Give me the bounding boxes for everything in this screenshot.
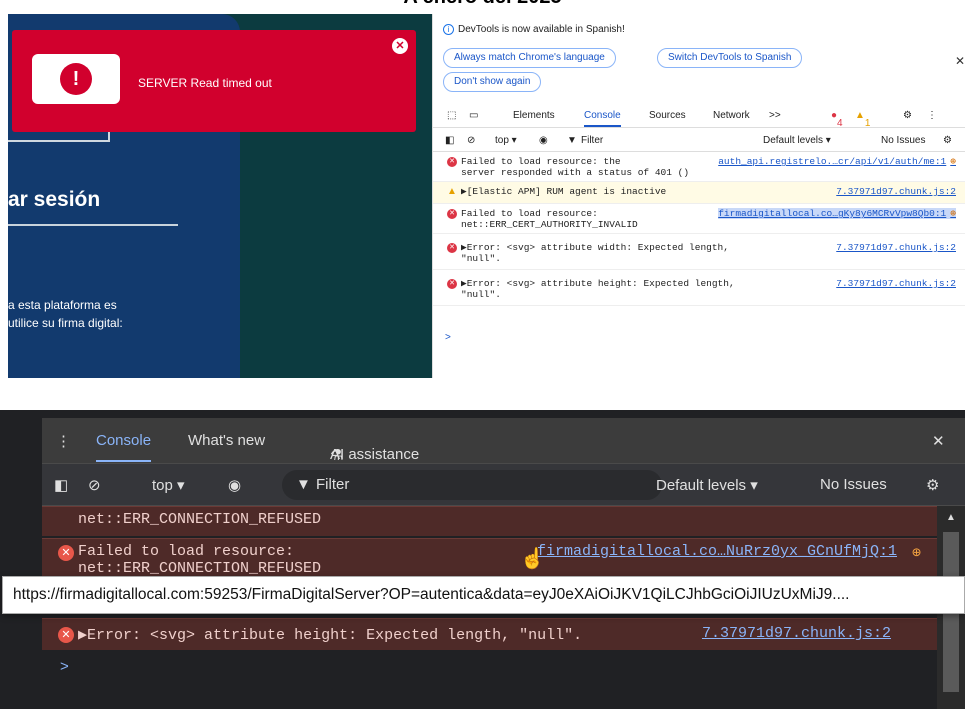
- close-icon[interactable]: ✕: [392, 38, 408, 54]
- title-underline: [8, 224, 178, 226]
- devtools-panel: i DevTools is now available in Spanish! A…: [432, 14, 965, 378]
- tab-sources[interactable]: Sources: [649, 110, 686, 121]
- inspect-icon[interactable]: ⬚: [447, 110, 456, 121]
- desc-line-1: a esta plataforma es: [8, 298, 117, 312]
- tab-console[interactable]: Console: [96, 432, 152, 462]
- scroll-up-icon[interactable]: ▲: [946, 512, 956, 523]
- tab-elements[interactable]: Elements: [513, 110, 555, 121]
- console-source-link[interactable]: firmadigitallocal.co…gKy8y6MCRvVpw8Qb0:1…: [718, 208, 956, 219]
- devtools-info-text: DevTools is now available in Spanish!: [458, 24, 625, 35]
- console-settings-icon[interactable]: ⚙: [943, 135, 952, 146]
- console-source-link[interactable]: 7.37971d97.chunk.js:2: [836, 278, 956, 289]
- console-row: ▲ ▶[Elastic APM] RUM agent is inactive 7…: [433, 182, 965, 204]
- console-message: net::ERR_CONNECTION_REFUSED: [78, 511, 322, 528]
- exclamation-icon: !: [60, 63, 92, 95]
- console-row: ✕ Failed to load resource: the server re…: [433, 152, 965, 182]
- error-icon: ✕: [447, 209, 457, 219]
- desc-line-2: utilice su firma digital:: [8, 316, 123, 330]
- devtools-info-bar: i DevTools is now available in Spanish!: [443, 24, 625, 35]
- issues-button[interactable]: No Issues: [881, 135, 925, 146]
- error-count-badge[interactable]: ● 4: [831, 110, 843, 129]
- network-request-icon[interactable]: ⊕: [912, 543, 921, 562]
- console-prompt[interactable]: >: [60, 658, 69, 675]
- sidebar-toggle-icon[interactable]: ◧: [445, 135, 454, 146]
- toast-message: SERVER Read timed out: [138, 76, 272, 90]
- dont-show-again-button[interactable]: Don't show again: [443, 72, 542, 92]
- more-tabs-icon[interactable]: >>: [769, 110, 781, 121]
- filter-icon: ▼: [567, 135, 577, 146]
- console-source-link[interactable]: 7.37971d97.chunk.js:2: [836, 242, 956, 253]
- switch-spanish-button[interactable]: Switch DevTools to Spanish: [657, 48, 803, 68]
- console-row: ✕ Failed to load resource: net::ERR_CERT…: [433, 204, 965, 234]
- clear-console-icon[interactable]: ⊘: [467, 135, 475, 146]
- console-settings-icon[interactable]: ⚙: [926, 476, 939, 494]
- console-row: net::ERR_CONNECTION_REFUSED: [42, 506, 937, 536]
- clipped-top-strip: [0, 410, 965, 418]
- login-description: a esta plataforma es utilice su firma di…: [8, 296, 228, 332]
- top-screenshot: ar sesión a esta plataforma es utilice s…: [8, 14, 965, 378]
- url-tooltip: https://firmadigitallocal.com:59253/Firm…: [2, 576, 965, 614]
- error-icon: ✕: [58, 627, 74, 643]
- bottom-screenshot: ⋮ Console What's new AI assistance ⚗ ✕ ◧…: [0, 410, 965, 709]
- tab-whats-new[interactable]: What's new: [188, 432, 265, 449]
- network-request-icon[interactable]: ⊕: [950, 208, 956, 219]
- console-message-sub: net::ERR_CONNECTION_REFUSED: [78, 560, 322, 577]
- filter-icon: ▼: [296, 476, 311, 493]
- issues-button[interactable]: No Issues: [820, 476, 887, 493]
- console-source-link[interactable]: auth_api.registrelo.…cr/api/v1/auth/me:1…: [718, 156, 956, 167]
- gear-icon[interactable]: ⚙: [903, 110, 912, 121]
- login-title: ar sesión: [8, 188, 101, 211]
- eye-icon[interactable]: ◉: [228, 476, 241, 494]
- error-icon: ✕: [447, 279, 457, 289]
- tab-network[interactable]: Network: [713, 110, 750, 121]
- info-icon: i: [443, 24, 454, 35]
- filter-input[interactable]: Filter: [316, 476, 349, 493]
- console-row: ✕ ▶Error: <svg> attribute height: Expect…: [42, 618, 937, 650]
- clear-console-icon[interactable]: ⊘: [88, 476, 101, 494]
- console-message: Failed to load resource:: [78, 543, 295, 560]
- toast-icon-box: !: [32, 54, 120, 104]
- devtools-tab-bar: ⬚ ▭ Elements Console Sources Network >> …: [433, 102, 965, 129]
- error-icon: ✕: [447, 157, 457, 167]
- default-levels-select[interactable]: Default levels ▾: [763, 135, 831, 146]
- sidebar-toggle-icon[interactable]: ◧: [54, 476, 68, 494]
- console-source-link[interactable]: 7.37971d97.chunk.js:2: [702, 625, 891, 642]
- composite-screenshot: A enero del 2025 ar sesión a esta plataf…: [0, 0, 965, 709]
- network-request-icon[interactable]: ⊕: [950, 156, 956, 167]
- filter-input[interactable]: Filter: [581, 135, 603, 146]
- console-row: ✕ ▶Error: <svg> attribute width: Expecte…: [433, 234, 965, 270]
- console-source-link[interactable]: 7.37971d97.chunk.js:2: [836, 186, 956, 197]
- eye-icon[interactable]: ◉: [539, 135, 548, 146]
- error-icon: ✕: [447, 243, 457, 253]
- error-icon: ✕: [58, 545, 74, 561]
- caption-text: A enero del 2025: [0, 0, 965, 9]
- flask-icon: ⚗: [330, 447, 344, 464]
- console-row: ✕ Failed to load resource: firmadigitall…: [42, 538, 937, 578]
- tab-console[interactable]: Console: [584, 110, 621, 127]
- context-select[interactable]: top ▾: [152, 476, 185, 494]
- drawer-menu-icon[interactable]: ⋮: [56, 432, 71, 450]
- device-toolbar-icon[interactable]: ▭: [469, 110, 478, 121]
- console-prompt[interactable]: >: [445, 332, 451, 343]
- default-levels-select[interactable]: Default levels ▾: [656, 476, 758, 494]
- console-message[interactable]: ▶Error: <svg> attribute height: Expected…: [78, 627, 582, 644]
- warning-count-badge[interactable]: ▲ 1: [855, 110, 870, 129]
- console-log: ✕ Failed to load resource: the server re…: [433, 152, 965, 343]
- close-icon[interactable]: ✕: [955, 54, 965, 68]
- error-toast: ! SERVER Read timed out ✕: [12, 30, 416, 132]
- warning-icon: ▲: [447, 186, 457, 197]
- console-source-link[interactable]: firmadigitallocal.co…NuRrz0yx_GCnUfMjQ:1: [537, 543, 897, 560]
- close-icon[interactable]: ✕: [932, 432, 945, 450]
- context-select[interactable]: top ▾: [495, 135, 517, 146]
- console-toolbar: ◧ ⊘ top ▾ ◉ ▼ Filter Default levels ▾ No…: [42, 464, 965, 506]
- console-toolbar: ◧ ⊘ top ▾ ◉ ▼ Filter Default levels ▾ No…: [433, 128, 965, 152]
- console-row: ✕ ▶Error: <svg> attribute height: Expect…: [433, 270, 965, 306]
- hand-cursor-icon: ☝: [520, 548, 545, 570]
- match-language-button[interactable]: Always match Chrome's language: [443, 48, 616, 68]
- kebab-menu-icon[interactable]: ⋮: [927, 110, 937, 121]
- drawer-tab-bar: ⋮ Console What's new AI assistance ⚗ ✕: [42, 418, 965, 464]
